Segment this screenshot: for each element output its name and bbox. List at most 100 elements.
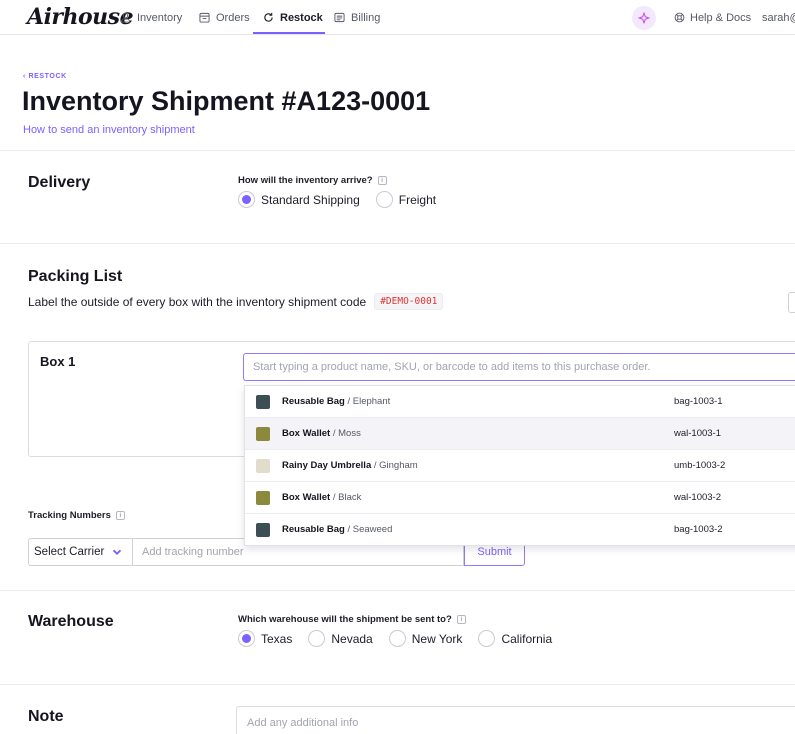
carrier-select-label: Select Carrier (34, 546, 105, 558)
product-thumbnail (256, 395, 270, 409)
product-search-results: Reusable Bag / Elephant bag-1003-1 Box W… (244, 385, 795, 546)
product-variant: / Moss (332, 428, 361, 439)
radio-freight[interactable]: Freight (375, 191, 437, 208)
product-sku: umb-1003-2 (674, 460, 726, 471)
print-labels-button[interactable] (788, 292, 795, 313)
nav-inventory[interactable]: Inventory (120, 0, 182, 35)
radio-california[interactable]: California (478, 630, 552, 647)
note-heading: Note (28, 708, 64, 725)
warehouse-question-text: Which warehouse will the shipment be sen… (238, 614, 452, 625)
warehouse-heading: Warehouse (28, 613, 114, 630)
product-thumbnail (256, 523, 270, 537)
delivery-options: Standard Shipping Freight (238, 191, 452, 208)
radio-label: Freight (398, 192, 437, 207)
product-thumbnail (256, 491, 270, 505)
list-item[interactable]: Rainy Day Umbrella / Gingham umb-1003-2 (245, 450, 795, 482)
divider (0, 590, 795, 591)
radio-texas[interactable]: Texas (238, 630, 292, 647)
product-name: Box Wallet / Moss (282, 428, 361, 439)
delivery-heading: Delivery (28, 174, 91, 191)
radio-new-york[interactable]: New York (388, 630, 463, 647)
refresh-icon (264, 12, 273, 22)
radio-dot[interactable] (478, 630, 496, 647)
product-thumbnail (256, 459, 270, 473)
shipment-code: #DEMO-0001 (374, 293, 444, 310)
chevron-down-icon (113, 549, 122, 555)
radio-label: Nevada (331, 631, 373, 646)
logo[interactable]: Airhouse (27, 4, 134, 30)
packing-instruction-text: Label the outside of every box with the … (28, 294, 367, 309)
receipt-icon (334, 12, 345, 23)
nav-orders-label: Orders (216, 11, 250, 24)
product-search-input[interactable] (243, 353, 795, 381)
radio-dot[interactable] (375, 191, 393, 208)
list-item[interactable]: Reusable Bag / Elephant bag-1003-1 (245, 386, 795, 418)
calendar-icon (199, 12, 210, 23)
product-sku: bag-1003-2 (674, 524, 723, 535)
nav-billing-label: Billing (351, 11, 381, 24)
info-icon[interactable]: i (377, 176, 387, 185)
nav-inventory-label: Inventory (137, 11, 183, 24)
delivery-question-text: How will the inventory arrive? (238, 175, 373, 186)
nav-billing[interactable]: Billing (334, 0, 380, 35)
list-item[interactable]: Box Wallet / Moss wal-1003-1 (245, 418, 795, 450)
radio-label: Standard Shipping (261, 192, 360, 207)
divider (0, 150, 795, 151)
sparkle-icon (638, 12, 650, 24)
radio-dot[interactable] (238, 191, 255, 208)
user-menu[interactable]: sarah@ (762, 0, 795, 35)
warehouse-options: Texas Nevada New York California (238, 630, 568, 647)
top-nav: Airhouse Inventory Orders Restock Billin… (0, 0, 795, 35)
box-title: Box 1 (40, 354, 76, 369)
product-name: Reusable Bag / Seaweed (282, 524, 392, 535)
delivery-question: How will the inventory arrive? i (238, 175, 387, 186)
lifebuoy-icon (674, 12, 685, 23)
product-variant: / Gingham (373, 460, 418, 471)
carrier-select[interactable]: Select Carrier (28, 538, 132, 566)
help-docs-label: Help & Docs (690, 11, 752, 24)
ai-assistant-button[interactable] (632, 6, 656, 30)
product-sku: wal-1003-2 (674, 492, 721, 503)
tracking-numbers-label: Tracking Numbers i (28, 510, 125, 521)
radio-label: New York (411, 631, 463, 646)
radio-dot[interactable] (308, 630, 326, 647)
product-name: Reusable Bag / Elephant (282, 396, 390, 407)
radio-dot[interactable] (388, 630, 406, 647)
divider (0, 243, 795, 244)
nav-restock-label: Restock (280, 11, 323, 24)
radio-label: California (501, 631, 553, 646)
radio-label: Texas (261, 631, 293, 646)
divider (0, 684, 795, 685)
product-title: Box Wallet (282, 492, 331, 503)
product-thumbnail (256, 427, 270, 441)
info-icon[interactable]: i (456, 615, 466, 624)
product-title: Reusable Bag (282, 396, 345, 407)
breadcrumb[interactable]: ‹ RESTOCK (23, 73, 67, 80)
tracking-label-text: Tracking Numbers (28, 510, 111, 521)
radio-dot[interactable] (238, 630, 255, 647)
product-variant: / Black (332, 492, 362, 503)
list-item[interactable]: Box Wallet / Black wal-1003-2 (245, 482, 795, 514)
help-link[interactable]: How to send an inventory shipment (23, 124, 195, 136)
product-title: Reusable Bag (282, 524, 345, 535)
packing-instruction: Label the outside of every box with the … (28, 293, 444, 310)
product-name: Box Wallet / Black (282, 492, 361, 503)
info-icon[interactable]: i (115, 511, 125, 520)
product-sku: wal-1003-1 (674, 428, 721, 439)
product-title: Rainy Day Umbrella (282, 460, 372, 471)
list-item[interactable]: Reusable Bag / Seaweed bag-1003-2 (245, 514, 795, 545)
warehouse-question: Which warehouse will the shipment be sen… (238, 614, 466, 625)
product-variant: / Elephant (347, 396, 391, 407)
radio-nevada[interactable]: Nevada (308, 630, 373, 647)
nav-restock[interactable]: Restock (263, 0, 323, 35)
radio-standard-shipping[interactable]: Standard Shipping (238, 191, 360, 208)
packing-list-heading: Packing List (28, 268, 123, 285)
product-title: Box Wallet (282, 428, 331, 439)
product-variant: / Seaweed (347, 524, 393, 535)
help-docs-link[interactable]: Help & Docs (674, 0, 751, 35)
nav-orders[interactable]: Orders (199, 0, 250, 35)
product-name: Rainy Day Umbrella / Gingham (282, 460, 418, 471)
product-sku: bag-1003-1 (674, 396, 723, 407)
note-input[interactable] (236, 706, 795, 734)
user-icon (120, 13, 131, 23)
